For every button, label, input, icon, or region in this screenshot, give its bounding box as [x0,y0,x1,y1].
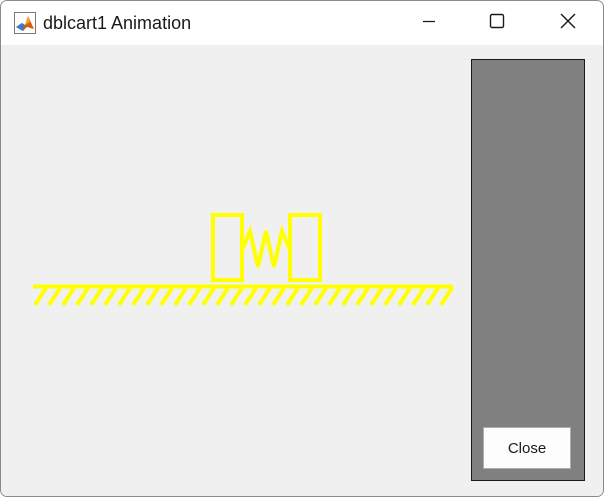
hatch-mark [425,286,440,307]
window-title: dblcart1 Animation [43,13,192,33]
hatch-mark [383,286,398,307]
hatch-mark [271,286,286,307]
hatch-mark [103,286,118,307]
animation-canvas: Close [1,45,603,496]
hatch-mark [285,286,300,307]
hatch-mark [243,286,258,307]
hatch-mark [145,286,160,307]
close-window-button[interactable] [545,1,591,45]
hatch-mark [61,286,76,307]
hatch-mark [187,286,202,307]
hatch-mark [89,286,104,307]
hatch-mark [201,286,216,307]
hatch-mark [411,286,426,307]
hatch-mark [173,286,188,307]
hatch-mark [33,286,48,307]
close-button[interactable]: Close [483,427,571,469]
cart-left [211,213,244,282]
maximize-icon [489,13,505,34]
spring [240,224,292,268]
hatch-mark [299,286,314,307]
matlab-icon [14,12,36,34]
hatch-mark [257,286,272,307]
close-icon [559,12,577,35]
control-panel: Close [471,59,585,481]
hatch-mark [131,286,146,307]
title-bar[interactable]: dblcart1 Animation [1,1,603,45]
hatch-mark [369,286,384,307]
hatch-mark [47,286,62,307]
hatch-mark [75,286,90,307]
hatch-mark [117,286,132,307]
hatch-mark [327,286,342,307]
hatch-mark [341,286,356,307]
hatch-mark [159,286,174,307]
hatch-mark [397,286,412,307]
hatch-mark [215,286,230,307]
maximize-button[interactable] [474,1,520,45]
minimize-button[interactable] [406,1,452,45]
hatch-mark [355,286,370,307]
ground-hatch [33,286,454,307]
cart-right [288,213,322,282]
hatch-mark [439,286,454,307]
minimize-icon [421,13,437,34]
animation-window: dblcart1 Animation Close [0,0,604,497]
hatch-mark [229,286,244,307]
hatch-mark [313,286,328,307]
